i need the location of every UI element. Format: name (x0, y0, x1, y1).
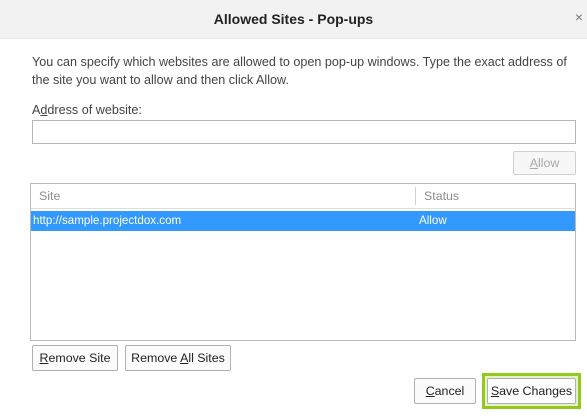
allow-accesskey: A (529, 156, 538, 170)
dialog-title: Allowed Sites - Pop-ups (213, 11, 374, 27)
save-changes-button[interactable]: Save Changes (487, 378, 576, 404)
dialog-description: You can specify which websites are allow… (32, 55, 567, 87)
cancel-accesskey: C (425, 384, 435, 398)
column-header-site[interactable]: Site (39, 189, 60, 203)
address-input[interactable] (32, 120, 576, 144)
table-header: Site Status (31, 184, 575, 209)
table-row[interactable]: http://sample.projectdox.com Allow (31, 211, 575, 231)
close-icon[interactable]: × (573, 9, 585, 25)
cancel-label: ancel (434, 384, 465, 398)
column-header-status[interactable]: Status (424, 189, 459, 203)
dialog-titlebar: Allowed Sites - Pop-ups × (0, 0, 587, 39)
row-status: Allow (419, 214, 447, 227)
remove-site-label: emove Site (48, 351, 111, 365)
remove-all-label-pre: Remove (131, 351, 181, 365)
remove-all-label: ll Sites (188, 351, 225, 365)
save-accesskey: S (490, 384, 500, 398)
address-label-part: dress of website: (47, 103, 142, 117)
save-label: ave Changes (499, 384, 573, 398)
sites-table[interactable]: Site Status http://sample.projectdox.com… (30, 183, 576, 341)
remove-site-button[interactable]: Remove Site (32, 345, 118, 371)
row-site: http://sample.projectdox.com (33, 214, 182, 227)
allow-label: llow (537, 156, 560, 170)
remove-all-sites-button[interactable]: Remove All Sites (125, 345, 231, 371)
column-divider[interactable] (415, 187, 416, 205)
address-label: Address of website: (32, 103, 142, 117)
cancel-button[interactable]: Cancel (414, 378, 476, 404)
allow-button[interactable]: Allow (513, 151, 576, 175)
